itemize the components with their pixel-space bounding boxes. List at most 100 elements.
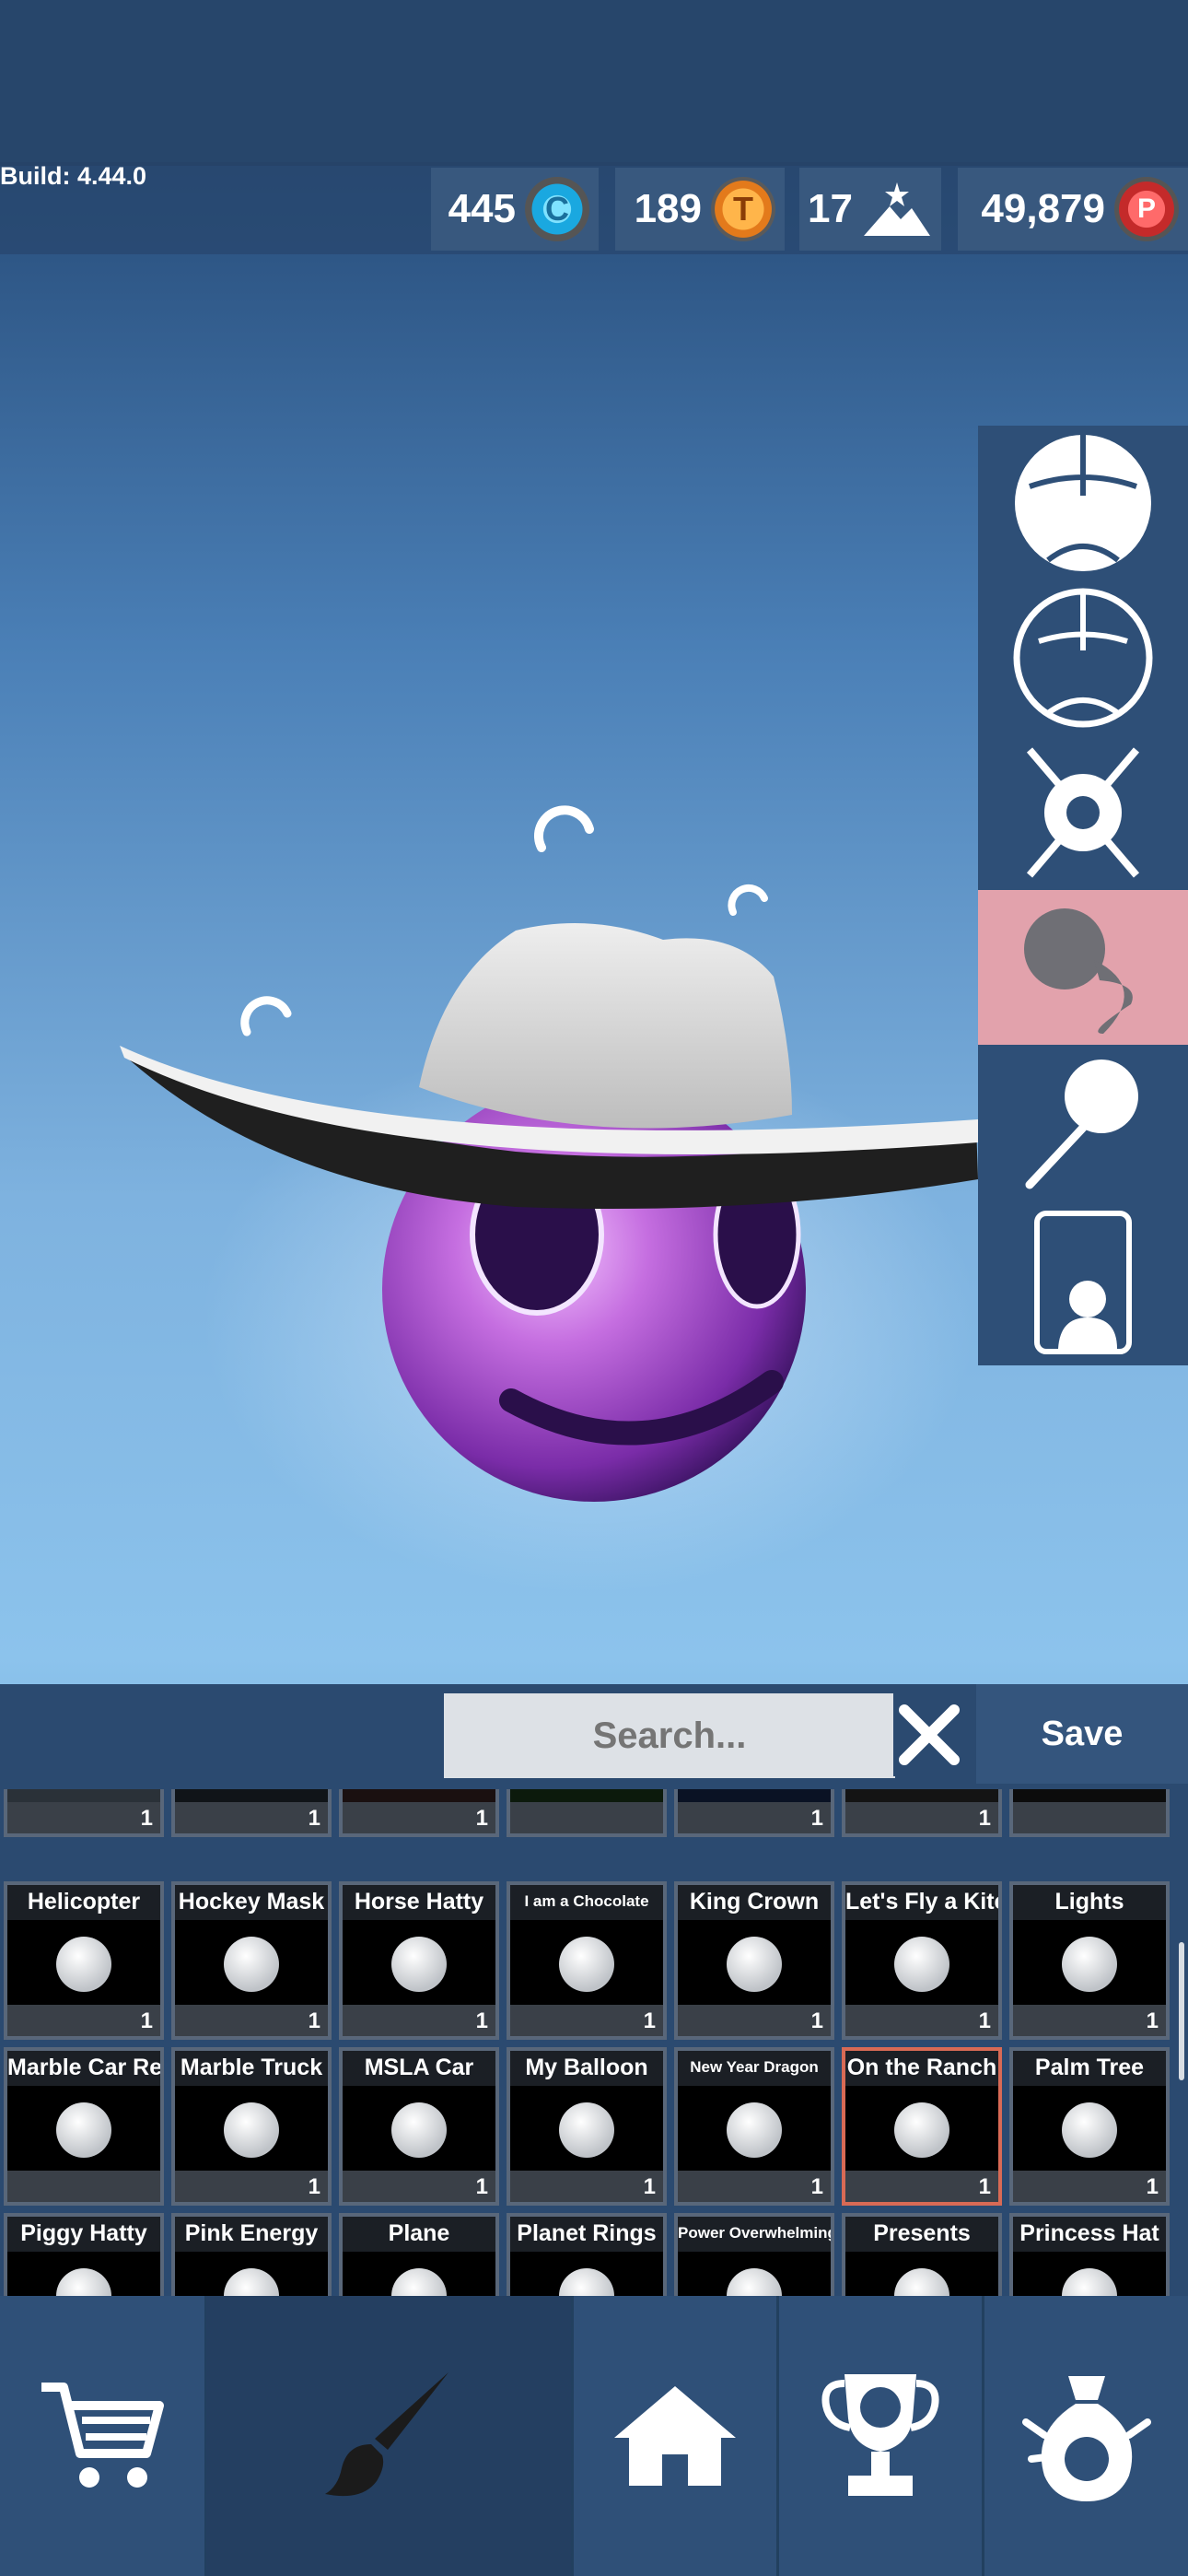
item-cell[interactable]: New Year Dragon 1 xyxy=(674,2047,834,2206)
nav-home[interactable] xyxy=(574,2296,776,2576)
side-tool-marble[interactable] xyxy=(978,426,1188,580)
item-count: 1 xyxy=(308,2008,320,2033)
item-cell[interactable]: King Crown 1 xyxy=(674,1881,834,2040)
item-label: Marble Truck xyxy=(180,2055,323,2080)
cowboy-hat xyxy=(120,923,978,1209)
item-count: 1 xyxy=(978,1806,991,1831)
item-thumbnail xyxy=(510,2086,663,2171)
item-thumbnail xyxy=(678,1920,831,2005)
item-thumbnail xyxy=(845,1920,998,2005)
item-cell[interactable]: 1 xyxy=(339,1789,499,1837)
item-cell[interactable]: Palm Tree 1 xyxy=(1009,2047,1170,2206)
currency-value: 189 xyxy=(634,186,702,231)
side-tool-explosion[interactable] xyxy=(978,735,1188,890)
currency-value: 49,879 xyxy=(981,186,1105,231)
side-tool-profile[interactable] xyxy=(978,1200,1188,1365)
prize-bag-icon xyxy=(1021,2376,1151,2501)
item-strip xyxy=(510,2005,663,2036)
marble-thumbnail xyxy=(224,2267,279,2296)
item-count: 1 xyxy=(475,1806,488,1831)
item-cell[interactable]: Marble Car Red xyxy=(4,2047,164,2206)
item-label: Marble Car Red xyxy=(7,2055,164,2080)
nav-prizes[interactable] xyxy=(984,2296,1188,2576)
item-cell[interactable]: Lights 1 xyxy=(1009,1881,1170,2040)
item-cell[interactable]: Plane xyxy=(339,2213,499,2296)
marble-thumbnail xyxy=(224,1936,279,1992)
marble-thumbnail xyxy=(56,2267,111,2296)
item-count: 1 xyxy=(308,2174,320,2199)
currency-cyan[interactable]: 445 C xyxy=(431,168,599,251)
item-label: Hockey Mask xyxy=(178,1889,325,1914)
item-cell[interactable]: I am a Chocolate 1 xyxy=(507,1881,667,2040)
item-cell[interactable]: Piggy Hatty xyxy=(4,2213,164,2296)
item-cell[interactable]: On the Ranch 1 xyxy=(842,2047,1002,2206)
item-thumbnail xyxy=(510,2252,663,2296)
currency-mountain[interactable]: 17 xyxy=(799,168,941,251)
item-grid: 1 1 1 1 1 Helicopter 1 Hockey Mask 1 Horse Hatty 1… xyxy=(0,1789,1179,2296)
item-cell[interactable] xyxy=(1009,1789,1170,1837)
item-label: Pink Energy xyxy=(184,2220,319,2246)
item-cell[interactable]: Helicopter 1 xyxy=(4,1881,164,2040)
item-count: 1 xyxy=(475,2008,488,2033)
item-strip xyxy=(1013,2005,1166,2036)
item-cell[interactable]: Presents xyxy=(842,2213,1002,2296)
scrollbar[interactable] xyxy=(1179,1942,1184,2080)
marble-thumbnail xyxy=(894,2102,949,2158)
marble-thumbnail xyxy=(1062,1936,1117,1992)
item-cell[interactable]: 1 xyxy=(4,1789,164,1837)
marble-thumbnail xyxy=(391,1936,447,1992)
trail-icon xyxy=(1024,908,1133,1034)
side-tool-marble-outline[interactable] xyxy=(978,580,1188,735)
nav-customize[interactable] xyxy=(206,2296,571,2576)
top-bar xyxy=(0,0,1188,166)
item-cell[interactable]: Pink Energy xyxy=(171,2213,332,2296)
item-cell[interactable]: Horse Hatty 1 xyxy=(339,1881,499,2040)
nav-shop[interactable] xyxy=(0,2296,204,2576)
item-cell[interactable]: Planet Rings xyxy=(507,2213,667,2296)
marble-thumbnail xyxy=(894,1936,949,1992)
item-strip xyxy=(510,2171,663,2202)
currency-value: 445 xyxy=(448,186,516,231)
item-label: On the Ranch xyxy=(846,2055,997,2080)
item-strip xyxy=(1013,1802,1166,1833)
item-cell[interactable]: Let's Fly a Kite 1 xyxy=(842,1881,1002,2040)
item-thumbnail xyxy=(678,2086,831,2171)
item-strip xyxy=(845,2171,998,2202)
marble-thumbnail xyxy=(56,1936,111,1992)
item-cell[interactable] xyxy=(507,1789,667,1837)
item-strip xyxy=(343,1802,495,1833)
marble-thumbnail xyxy=(56,2102,111,2158)
item-thumbnail xyxy=(845,2252,998,2296)
item-cell[interactable]: Princess Hat xyxy=(1009,2213,1170,2296)
item-count: 1 xyxy=(810,2174,823,2199)
item-cell[interactable]: Power Overwhelming xyxy=(674,2213,834,2296)
item-cell[interactable]: 1 xyxy=(171,1789,332,1837)
item-label: Presents xyxy=(873,2220,971,2246)
search-input[interactable] xyxy=(444,1693,895,1778)
item-cell[interactable]: Marble Truck 1 xyxy=(171,2047,332,2206)
item-strip xyxy=(343,2171,495,2202)
item-label: Lights xyxy=(1054,1889,1124,1914)
item-cell[interactable]: 1 xyxy=(674,1789,834,1837)
item-label: Horse Hatty xyxy=(354,1889,484,1914)
item-strip xyxy=(678,2171,831,2202)
paintbrush-icon xyxy=(325,2372,448,2497)
currency-red[interactable]: 49,879 P xyxy=(958,168,1188,251)
item-thumbnail xyxy=(7,1920,160,2005)
item-cell[interactable]: 1 xyxy=(842,1789,1002,1837)
nav-trophies[interactable] xyxy=(779,2296,982,2576)
item-cell[interactable]: My Balloon 1 xyxy=(507,2047,667,2206)
item-thumbnail xyxy=(343,1920,495,2005)
marble-thumbnail xyxy=(559,1936,614,1992)
item-cell[interactable]: MSLA Car 1 xyxy=(339,2047,499,2206)
cyan-coin-icon: C xyxy=(525,177,589,241)
currency-orange[interactable]: 189 T xyxy=(615,168,785,251)
item-cell[interactable]: Hockey Mask 1 xyxy=(171,1881,332,2040)
clear-search-button[interactable] xyxy=(893,1693,965,1776)
side-tool-trail[interactable] xyxy=(978,890,1188,1045)
horseshoe-icon xyxy=(240,996,292,1036)
side-tool-pin[interactable] xyxy=(978,1045,1188,1200)
item-count: 1 xyxy=(1146,2008,1159,2033)
save-button[interactable]: Save xyxy=(976,1684,1188,1784)
item-label: Palm Tree xyxy=(1034,2055,1145,2080)
